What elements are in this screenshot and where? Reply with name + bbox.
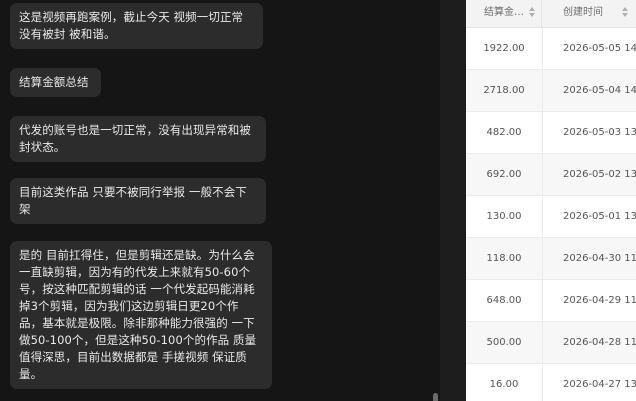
table-row[interactable]: 1922.00 2026-05-05 14:… bbox=[466, 28, 636, 70]
table-header: 结算金… 创建时间 bbox=[466, 0, 636, 28]
time-cell: 2026-05-04 14:… bbox=[563, 85, 636, 96]
time-cell: 2026-05-01 13:… bbox=[563, 211, 636, 222]
settlement-table: 结算金… 创建时间 1922.00 2026-05-05 14:… 2718.0… bbox=[466, 0, 636, 401]
chat-message-text: 是的 目前扛得住，但是剪辑还是缺。为什么会 一直缺剪辑，因为有的代发上来就有50… bbox=[19, 248, 257, 381]
amount-cell: 118.00 bbox=[466, 238, 543, 279]
table-row[interactable]: 500.00 2026-04-28 11:… bbox=[466, 322, 636, 364]
sort-icon[interactable] bbox=[622, 7, 628, 19]
panel-divider bbox=[440, 0, 466, 401]
time-cell: 2026-04-30 11:… bbox=[563, 253, 636, 264]
chat-message-text: 目前这类作品 只要不被同行举报 一般不会下 架 bbox=[19, 185, 247, 216]
table-row[interactable]: 692.00 2026-05-02 13:… bbox=[466, 154, 636, 196]
chat-message-text: 结算金额总结 bbox=[19, 75, 89, 89]
chat-message-text: 这是视频再跑案例，截止今天 视频一切正常 没有被封 被和谐。 bbox=[19, 10, 244, 41]
chat-message: 代发的账号也是一切正常，没有出现异常和被 封状态。 bbox=[10, 116, 266, 162]
column-header-amount-label: 结算金… bbox=[484, 7, 524, 18]
table-row[interactable]: 648.00 2026-04-29 11:… bbox=[466, 280, 636, 322]
column-header-time-label: 创建时间 bbox=[563, 7, 603, 18]
amount-cell: 648.00 bbox=[466, 280, 543, 321]
table-row[interactable]: 2718.00 2026-05-04 14:… bbox=[466, 70, 636, 112]
column-header-time[interactable]: 创建时间 bbox=[543, 0, 636, 27]
amount-cell: 500.00 bbox=[466, 322, 543, 363]
chat-scrollbar[interactable] bbox=[433, 393, 438, 401]
chat-message: 结算金额总结 bbox=[10, 68, 101, 97]
chat-panel: 这是视频再跑案例，截止今天 视频一切正常 没有被封 被和谐。 结算金额总结 代发… bbox=[0, 0, 440, 401]
chat-message: 是的 目前扛得住，但是剪辑还是缺。为什么会 一直缺剪辑，因为有的代发上来就有50… bbox=[10, 241, 272, 389]
time-cell: 2026-04-27 13:… bbox=[563, 379, 636, 390]
time-cell: 2026-05-05 14:… bbox=[563, 43, 636, 54]
chat-message-text: 代发的账号也是一切正常，没有出现异常和被 封状态。 bbox=[19, 123, 251, 154]
table-row[interactable]: 482.00 2026-05-03 13:… bbox=[466, 112, 636, 154]
table-row[interactable]: 130.00 2026-05-01 13:… bbox=[466, 196, 636, 238]
amount-cell: 692.00 bbox=[466, 154, 543, 195]
table-row[interactable]: 118.00 2026-04-30 11:… bbox=[466, 238, 636, 280]
time-cell: 2026-05-02 13:… bbox=[563, 169, 636, 180]
amount-cell: 130.00 bbox=[466, 196, 543, 237]
time-cell: 2026-04-29 11:… bbox=[563, 295, 636, 306]
sort-icon[interactable] bbox=[529, 7, 535, 19]
table-row[interactable]: 16.00 2026-04-27 13:… bbox=[466, 364, 636, 401]
amount-cell: 16.00 bbox=[466, 364, 543, 401]
time-cell: 2026-04-28 11:… bbox=[563, 337, 636, 348]
amount-cell: 1922.00 bbox=[466, 28, 543, 69]
amount-cell: 2718.00 bbox=[466, 70, 543, 111]
chat-message: 目前这类作品 只要不被同行举报 一般不会下 架 bbox=[10, 178, 266, 224]
column-header-amount[interactable]: 结算金… bbox=[466, 0, 542, 27]
time-cell: 2026-05-03 13:… bbox=[563, 127, 636, 138]
amount-cell: 482.00 bbox=[466, 112, 543, 153]
chat-message: 这是视频再跑案例，截止今天 视频一切正常 没有被封 被和谐。 bbox=[10, 3, 263, 49]
